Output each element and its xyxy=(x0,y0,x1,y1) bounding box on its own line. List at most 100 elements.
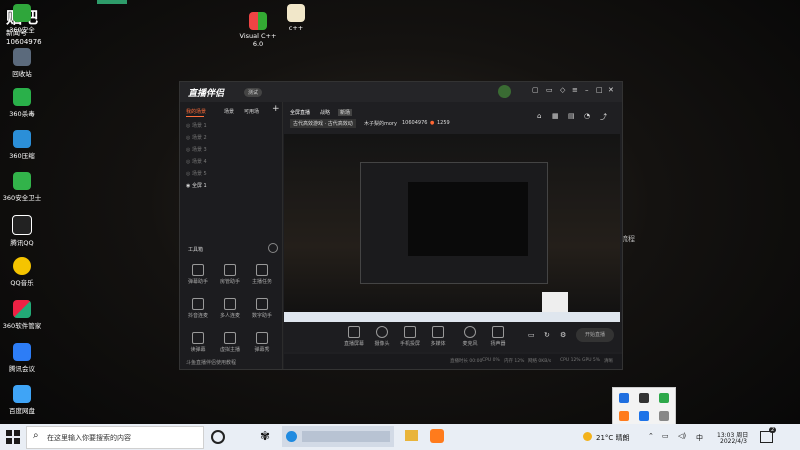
tool-danmu[interactable]: 弹幕助手 xyxy=(184,264,212,285)
scene-item[interactable]: ◎ 场景 1 xyxy=(186,122,274,133)
desktop-icon-360-software[interactable]: 360软件管家 xyxy=(0,300,44,330)
scene-item[interactable]: ◎ 场景 4 xyxy=(186,158,274,169)
tab-new[interactable]: 新场 xyxy=(338,109,353,116)
tray-wifi-icon[interactable] xyxy=(659,411,669,421)
settings-icon[interactable]: ≡ xyxy=(572,86,578,94)
desktop-icon-tencent-qq[interactable]: 腾讯QQ xyxy=(0,215,44,247)
tray-360-icon[interactable] xyxy=(659,393,669,403)
header-home-icon[interactable]: ⌂ xyxy=(537,112,541,120)
desktop-icon-360-guard[interactable]: 360安全卫士 xyxy=(0,172,44,202)
scene-item[interactable]: ◎ 场景 2 xyxy=(186,134,274,145)
record-icon[interactable]: ▭ xyxy=(528,331,535,339)
gift-icon[interactable]: ◇ xyxy=(560,86,565,94)
sidebar-footer-link[interactable]: 斗鱼直播伴侣使用教程 xyxy=(186,359,236,366)
start-live-button[interactable]: 开始直播 xyxy=(576,328,614,342)
start-button[interactable] xyxy=(6,429,22,445)
tray-stream-icon[interactable] xyxy=(619,411,629,421)
refresh-icon[interactable]: ↻ xyxy=(544,331,550,339)
volume-icon[interactable]: ◁) xyxy=(678,432,686,440)
edge-search-field[interactable] xyxy=(302,431,390,442)
taskbar-edge-app[interactable] xyxy=(282,426,394,447)
tab-scenes[interactable]: 场景 xyxy=(224,108,234,115)
tool-douyin-link[interactable]: 抖音连麦 xyxy=(184,298,212,319)
windows-taskbar: ⌕ 在这里输入你要搜索的内容 ✾ 21°C 晴朗 ⌃ ▭ ◁) 中 13:03 … xyxy=(0,424,800,450)
network-icon[interactable]: ▭ xyxy=(662,432,669,440)
header-share-icon[interactable]: ⤴ xyxy=(600,112,607,122)
status-quality[interactable]: 清晰 xyxy=(604,358,613,364)
eye-icon[interactable]: ◉ xyxy=(186,183,190,189)
maximize-icon[interactable]: □ xyxy=(596,86,603,94)
app-titlebar: 直播伴侣 测试 ▢ ▭ ◇ ≡ – □ ✕ xyxy=(180,82,622,102)
avatar[interactable] xyxy=(498,85,511,98)
tray-chevron-icon[interactable]: ⌃ xyxy=(648,432,654,440)
taskbar-search-box[interactable]: ⌕ 在这里输入你要搜索的内容 xyxy=(26,426,204,449)
status-bar: 直播时长 00:00 CPU 0% 内存 12% 网络 0KB/s CPU 12… xyxy=(284,354,622,369)
desktop-icon-cpp-file[interactable]: c++ xyxy=(274,4,318,32)
streaming-app-window: 直播伴侣 测试 ▢ ▭ ◇ ≡ – □ ✕ 我的场景 场景 可用场 + ◎ 场景… xyxy=(179,81,623,370)
desktop-icon-tencent-meeting[interactable]: 腾讯会议 xyxy=(0,343,44,373)
tools-more-icon[interactable] xyxy=(268,243,278,253)
microphone-button[interactable]: 麦克风 xyxy=(456,326,484,347)
speaker-button[interactable]: 扬声器 xyxy=(484,326,512,347)
weather-text[interactable]: 21°C 晴朗 xyxy=(596,433,630,443)
desktop-icon-qq-music[interactable]: QQ音乐 xyxy=(0,257,44,287)
top-progress-bar xyxy=(97,0,127,4)
eye-icon[interactable]: ◎ xyxy=(186,171,190,177)
tray-meeting-icon[interactable] xyxy=(639,411,649,421)
tab-my-scenes[interactable]: 我的场景 xyxy=(186,108,206,115)
tool-danmu-show[interactable]: 弹幕秀 xyxy=(248,332,276,353)
tab-available[interactable]: 可用场 xyxy=(244,108,259,115)
tool-multi-link[interactable]: 多人连麦 xyxy=(216,298,244,319)
desktop-icon-360-safe[interactable]: 360安全 xyxy=(0,4,44,34)
scene-item[interactable]: ◎ 场景 3 xyxy=(186,146,274,157)
preview-canvas[interactable] xyxy=(284,134,620,322)
streaming-app-taskbar-icon[interactable] xyxy=(430,429,444,443)
weather-icon[interactable] xyxy=(583,432,592,441)
header-list-icon[interactable]: ▤ xyxy=(568,112,575,120)
scene-item[interactable]: ◎ 场景 5 xyxy=(186,170,274,181)
desktop-icon-recycle-bin[interactable]: 回收站 xyxy=(0,48,44,78)
bluetooth-icon[interactable] xyxy=(619,393,629,403)
close-icon[interactable]: ✕ xyxy=(608,86,614,94)
desktop-icon-baidu-netdisk[interactable]: 百度网盘 xyxy=(0,385,44,415)
tool-read-danmu[interactable]: 读弹幕 xyxy=(184,332,212,353)
tool-room-manager[interactable]: 房管助手 xyxy=(216,264,244,285)
header-bell-icon[interactable]: ◔ xyxy=(584,112,590,120)
app-logo: 直播伴侣 xyxy=(188,89,225,99)
eye-icon[interactable]: ◎ xyxy=(186,159,190,165)
tray-app-icon[interactable] xyxy=(639,393,649,403)
header-grid-icon[interactable]: ▦ xyxy=(552,112,559,120)
add-scene-icon[interactable]: + xyxy=(272,104,280,114)
task-view-icon[interactable]: ✾ xyxy=(260,429,270,443)
desktop-side-text: 流程 xyxy=(621,235,635,243)
chat-icon[interactable]: ▭ xyxy=(546,86,553,94)
tool-assistant[interactable]: 数字助手 xyxy=(248,298,276,319)
cortana-icon[interactable] xyxy=(211,430,225,444)
add-camera-button[interactable]: 摄像头 xyxy=(368,326,396,347)
tab-fullscreen[interactable]: 全屏直播 xyxy=(290,109,310,116)
tool-tasks[interactable]: 主播任务 xyxy=(248,264,276,285)
status-network: 网络 0KB/s xyxy=(528,359,552,364)
scene-item-active[interactable]: ◉ 全屏 1 xyxy=(186,182,274,193)
tray-overflow-popup xyxy=(612,387,676,427)
settings-gear-icon[interactable]: ⚙ xyxy=(560,331,566,339)
add-phone-button[interactable]: 手机投屏 xyxy=(396,326,424,347)
add-screen-button[interactable]: 直播屏幕 xyxy=(340,326,368,347)
status-memory: 内存 12% xyxy=(504,359,525,364)
eye-icon[interactable]: ◎ xyxy=(186,147,190,153)
room-title[interactable]: 古代高效游戏 · 古代高效动 xyxy=(290,119,356,128)
message-icon[interactable]: ▢ xyxy=(532,86,539,94)
ime-indicator[interactable]: 中 xyxy=(696,433,703,443)
desktop-icon-360-zip[interactable]: 360压缩 xyxy=(0,130,44,160)
clock-date[interactable]: 2022/4/3 xyxy=(720,438,747,445)
edge-icon xyxy=(286,431,297,442)
eye-icon[interactable]: ◎ xyxy=(186,135,190,141)
tool-virtual-host[interactable]: 虚拟主播 xyxy=(216,332,244,353)
minimize-icon[interactable]: – xyxy=(585,86,589,94)
desktop-icon-360-antivirus[interactable]: 360杀毒 xyxy=(0,88,44,118)
add-media-button[interactable]: 多媒体 xyxy=(424,326,452,347)
file-explorer-icon[interactable] xyxy=(405,430,418,441)
show-desktop-button[interactable] xyxy=(794,424,800,450)
tab-strategy[interactable]: 战略 xyxy=(320,109,330,116)
eye-icon[interactable]: ◎ xyxy=(186,123,190,129)
